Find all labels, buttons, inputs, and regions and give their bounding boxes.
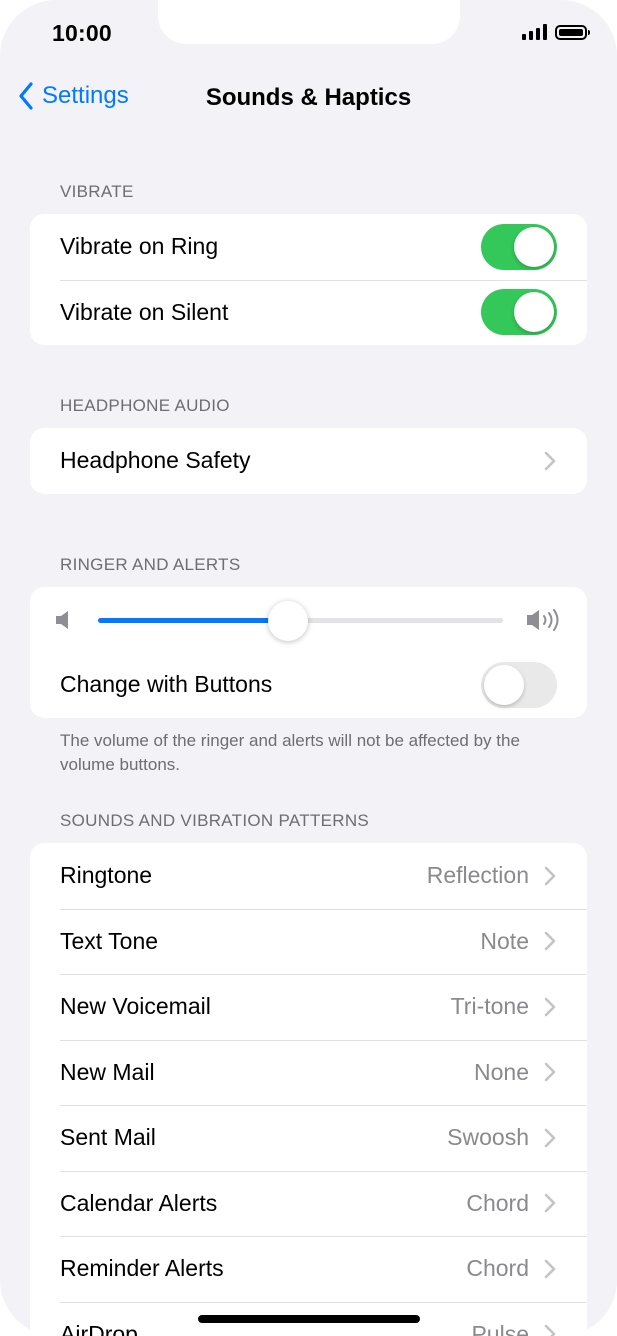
row-label: Vibrate on Ring [60, 233, 219, 260]
row-label: Ringtone [60, 862, 153, 889]
row-label: Text Tone [60, 927, 159, 954]
toggle-knob [484, 664, 524, 705]
chevron-right-icon [544, 1128, 556, 1148]
new-mail-row[interactable]: New Mail None [30, 1039, 587, 1106]
toggle-knob [514, 292, 554, 333]
battery-icon [555, 24, 590, 40]
ringer-volume-slider[interactable] [98, 601, 503, 641]
vibrate-on-silent-row: Vibrate on Silent [30, 279, 587, 346]
vibrate-on-ring-row: Vibrate on Ring [30, 214, 587, 280]
change-with-buttons-row: Change with Buttons [30, 652, 587, 718]
row-value: Chord [466, 1255, 529, 1282]
chevron-right-icon [544, 1259, 556, 1279]
row-value: Tri-tone [450, 993, 529, 1020]
row-value: Reflection [426, 862, 529, 889]
reminder-alerts-row[interactable]: Reminder Alerts Chord [30, 1236, 587, 1302]
row-label: Vibrate on Silent [60, 298, 229, 325]
section-header-ringer-alerts: RINGER AND ALERTS [60, 555, 241, 574]
chevron-right-icon [544, 866, 556, 886]
slider-knob[interactable] [268, 601, 309, 641]
chevron-right-icon [544, 1193, 556, 1213]
navigation-bar: Settings Sounds & Haptics [0, 78, 617, 122]
row-value: None [474, 1058, 529, 1085]
chevron-right-icon [544, 1062, 556, 1082]
change-with-buttons-toggle[interactable] [481, 661, 557, 708]
row-label: New Voicemail [60, 993, 211, 1020]
ringer-group: Change with Buttons [30, 587, 587, 718]
status-time: 10:00 [52, 20, 112, 46]
row-label: New Mail [60, 1058, 155, 1085]
row-value: Pulse [471, 1320, 529, 1336]
row-value: Chord [466, 1189, 529, 1216]
row-label: Reminder Alerts [60, 1255, 224, 1282]
section-header-sounds-patterns: SOUNDS AND VIBRATION PATTERNS [60, 811, 370, 830]
ringer-footer-note: The volume of the ringer and alerts will… [60, 731, 520, 774]
chevron-right-icon [544, 451, 556, 471]
vibrate-on-ring-toggle[interactable] [481, 223, 557, 270]
status-icons [522, 24, 590, 40]
slider-fill [98, 618, 289, 623]
text-tone-row[interactable]: Text Tone Note [30, 908, 587, 975]
ringtone-row[interactable]: Ringtone Reflection [30, 843, 587, 909]
new-voicemail-row[interactable]: New Voicemail Tri-tone [30, 974, 587, 1040]
sounds-group: Ringtone Reflection Text Tone Note New V… [30, 843, 587, 1336]
row-value: Swoosh [447, 1124, 529, 1151]
headphone-group: Headphone Safety [30, 428, 587, 494]
chevron-right-icon [544, 931, 556, 951]
ringer-volume-row [30, 587, 587, 652]
page-title: Sounds & Haptics [205, 84, 412, 111]
notch [158, 0, 460, 44]
row-label: AirDrop [60, 1320, 138, 1336]
home-indicator[interactable] [198, 1315, 420, 1323]
vibrate-group: Vibrate on Ring Vibrate on Silent [30, 214, 587, 345]
speaker-high-icon [527, 609, 559, 631]
calendar-alerts-row[interactable]: Calendar Alerts Chord [30, 1170, 587, 1237]
row-label: Sent Mail [60, 1124, 156, 1151]
headphone-safety-row[interactable]: Headphone Safety [30, 428, 587, 494]
row-label: Headphone Safety [60, 447, 251, 474]
vibrate-on-silent-toggle[interactable] [481, 289, 557, 336]
section-header-vibrate: VIBRATE [60, 182, 134, 201]
row-value: Note [480, 927, 529, 954]
speaker-low-icon [56, 611, 68, 629]
row-label: Calendar Alerts [60, 1189, 218, 1216]
sent-mail-row[interactable]: Sent Mail Swoosh [30, 1105, 587, 1171]
chevron-right-icon [544, 1324, 556, 1336]
row-label: Change with Buttons [60, 671, 273, 698]
screen: 10:00 Settings Sounds & Haptics VIBRATE … [0, 0, 617, 1336]
chevron-right-icon [544, 997, 556, 1017]
toggle-knob [514, 226, 554, 267]
cellular-signal-icon [522, 24, 547, 40]
section-header-headphone-audio: HEADPHONE AUDIO [60, 396, 230, 415]
